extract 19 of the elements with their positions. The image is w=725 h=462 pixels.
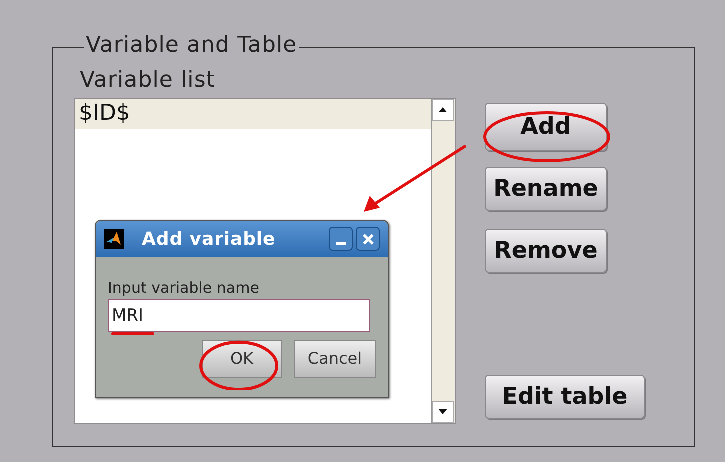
remove-button[interactable]: Remove <box>485 229 607 273</box>
scroll-down-icon[interactable] <box>432 401 454 423</box>
list-label: Variable list <box>80 68 217 94</box>
scrollbar[interactable] <box>431 99 455 423</box>
variable-name-field[interactable]: MRI <box>108 299 370 332</box>
dialog-title: Add variable <box>142 228 276 252</box>
close-icon <box>362 234 374 244</box>
close-button[interactable] <box>356 227 380 251</box>
minimize-button[interactable] <box>329 227 353 251</box>
edit-table-button[interactable]: Edit table <box>485 375 645 419</box>
app-logo-icon <box>104 229 124 249</box>
prompt-label: Input variable name <box>108 279 260 297</box>
add-button[interactable]: Add <box>485 103 607 151</box>
rename-button[interactable]: Rename <box>485 167 607 211</box>
underline-mark <box>111 331 155 337</box>
cancel-button[interactable]: Cancel <box>294 340 376 378</box>
minimize-icon <box>336 242 346 245</box>
list-item[interactable]: $ID$ <box>75 99 431 129</box>
scroll-up-icon[interactable] <box>432 99 454 121</box>
